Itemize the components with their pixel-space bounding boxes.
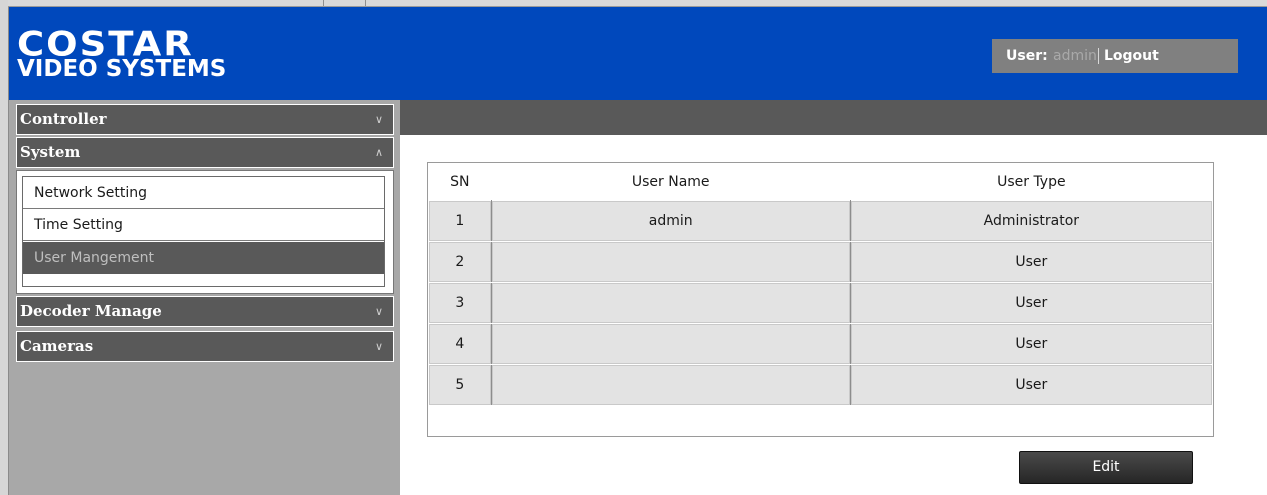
sidebar-section-cameras[interactable]: Cameras ∨ [16, 331, 394, 362]
divider [1098, 48, 1099, 64]
cell-sn: 4 [428, 323, 492, 365]
cell-sn: 3 [428, 282, 492, 324]
cell-user-type: User [849, 364, 1214, 406]
app-header: COSTAR VIDEO SYSTEMS User: admin Logout [9, 7, 1267, 100]
cell-user-type: User [849, 241, 1214, 283]
user-name: admin [1053, 48, 1097, 64]
sidebar: Controller ∨ System ∧ Network Setting Ti… [9, 100, 400, 495]
table-row[interactable]: 4 User [428, 323, 1214, 365]
content-header-bar [400, 100, 1267, 135]
sidebar-item-time-setting[interactable]: Time Setting [23, 209, 384, 241]
users-table: SN User Name User Type 1 admin Administr… [428, 163, 1214, 406]
system-submenu-list: Network Setting Time Setting User Mangem… [22, 176, 385, 287]
sidebar-item-user-management[interactable]: User Mangement [23, 242, 384, 274]
sidebar-section-system[interactable]: System ∧ [16, 137, 394, 168]
cell-sn: 1 [428, 200, 492, 242]
column-header-sn: SN [428, 163, 492, 201]
sidebar-section-label: Decoder Manage [20, 302, 162, 320]
sidebar-section-label: System [20, 143, 81, 161]
chevron-up-icon: ∧ [374, 146, 383, 159]
cell-user-name [490, 282, 851, 324]
sidebar-section-label: Cameras [20, 337, 94, 355]
cell-sn: 2 [428, 241, 492, 283]
cell-user-name [490, 364, 851, 406]
costar-logo: COSTAR VIDEO SYSTEMS [17, 27, 226, 81]
column-header-user-type: User Type [850, 163, 1213, 201]
divider [365, 0, 366, 6]
edit-button[interactable]: Edit [1019, 451, 1193, 484]
user-label: User: [1006, 48, 1048, 64]
table-header-row: SN User Name User Type [428, 163, 1213, 201]
table-row[interactable]: 3 User [428, 282, 1214, 324]
table-row[interactable]: 1 admin Administrator [428, 200, 1214, 242]
sidebar-item-network-setting[interactable]: Network Setting [23, 177, 384, 209]
cell-user-type: User [849, 282, 1214, 324]
chevron-down-icon: ∨ [374, 340, 383, 353]
cell-user-type: User [849, 323, 1214, 365]
sidebar-section-controller[interactable]: Controller ∨ [16, 104, 394, 135]
cell-sn: 5 [428, 364, 492, 406]
user-box: User: admin Logout [992, 39, 1238, 73]
system-submenu: Network Setting Time Setting User Mangem… [16, 170, 394, 294]
column-header-user-name: User Name [491, 163, 851, 201]
sidebar-section-label: Controller [20, 110, 107, 128]
table-row[interactable]: 5 User [428, 364, 1214, 406]
window-border-top [8, 0, 1267, 7]
chevron-down-icon: ∨ [374, 305, 383, 318]
window-border-left [0, 0, 9, 495]
cell-user-name [490, 323, 851, 365]
table-row[interactable]: 2 User [428, 241, 1214, 283]
divider [323, 0, 324, 6]
users-table-container: SN User Name User Type 1 admin Administr… [427, 162, 1214, 437]
logo-line1: COSTAR [17, 24, 194, 64]
logout-link[interactable]: Logout [1104, 39, 1159, 73]
cell-user-name: admin [490, 200, 851, 242]
cell-user-name [490, 241, 851, 283]
sidebar-section-decoder-manage[interactable]: Decoder Manage ∨ [16, 296, 394, 327]
chevron-down-icon: ∨ [374, 113, 383, 126]
cell-user-type: Administrator [849, 200, 1214, 242]
